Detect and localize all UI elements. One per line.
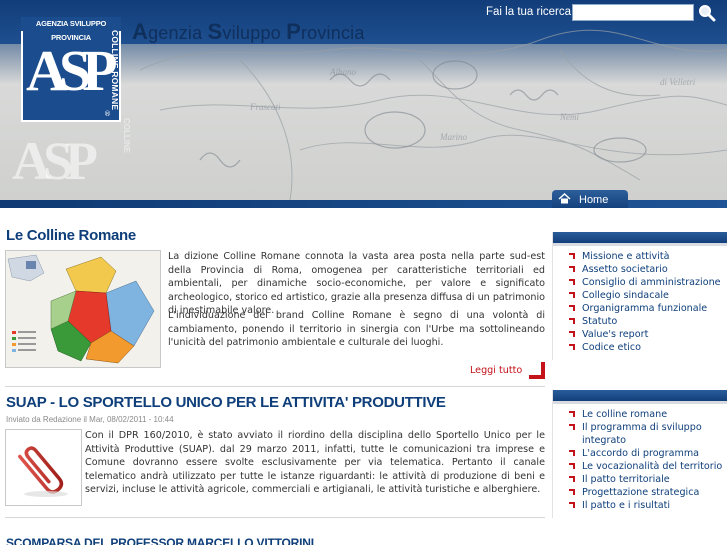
sidebar-item[interactable]: Missione e attività bbox=[553, 250, 727, 263]
article-title-suap[interactable]: SUAP - LO SPORTELLO UNICO PER LE ATTIVIT… bbox=[6, 394, 446, 411]
svg-text:Albano: Albano bbox=[329, 67, 356, 77]
sidebar-menu-territory: Le colline romane Il programma di svilupp… bbox=[552, 390, 727, 518]
sidebar-item[interactable]: Il patto e i risultati bbox=[553, 499, 727, 512]
sidebar-item[interactable]: Le vocazionalità del territorio bbox=[553, 460, 727, 473]
read-more-link[interactable]: Leggi tutto bbox=[470, 365, 522, 376]
search-input[interactable] bbox=[572, 4, 694, 21]
tab-home[interactable]: Home bbox=[552, 190, 628, 208]
site-header: Albano Marino di Velletri Nemi Frascati … bbox=[0, 0, 727, 208]
article-paragraph: L'individuazione del brand Colline Roman… bbox=[168, 310, 545, 349]
sidebar-list: Le colline romane Il programma di svilupp… bbox=[553, 404, 727, 518]
logo-ghost-reflection: ASP bbox=[12, 131, 98, 191]
svg-text:di Velletri: di Velletri bbox=[660, 77, 696, 87]
sidebar-item[interactable]: Il patto territoriale bbox=[553, 473, 727, 486]
sidebar-item[interactable]: Value's report bbox=[553, 328, 727, 341]
svg-text:Marino: Marino bbox=[439, 132, 468, 142]
svg-text:Nemi: Nemi bbox=[559, 112, 579, 122]
paperclip-image[interactable] bbox=[5, 429, 82, 506]
corner-arrow-icon[interactable] bbox=[529, 362, 545, 379]
article-paragraph: La dizione Colline Romane connota la vas… bbox=[168, 251, 545, 317]
logo-top-text: AGENZIA SVILUPPO PROVINCIA bbox=[21, 17, 121, 42]
sidebar-item[interactable]: Statuto bbox=[553, 315, 727, 328]
sidebar-item[interactable]: Collegio sindacale bbox=[553, 289, 727, 302]
article-meta: Inviato da Redazione il Mar, 08/02/2011 … bbox=[6, 415, 174, 424]
divider bbox=[5, 386, 545, 387]
logo-side-ghost-reflection: COLLINE bbox=[122, 118, 131, 154]
home-icon bbox=[558, 192, 571, 207]
sidebar-list: Missione e attività Assetto societario Con… bbox=[553, 246, 727, 360]
tab-home-label: Home bbox=[579, 193, 609, 206]
article-title-vittorini[interactable]: SCOMPARSA DEL PROFESSOR MARCELLO VITTORI… bbox=[6, 536, 314, 545]
main-content: Le Colline Romane La dizione Colline Rom… bbox=[0, 210, 548, 545]
article-title-colline[interactable]: Le Colline Romane bbox=[6, 227, 136, 244]
sidebar-menu-agency: Missione e attività Assetto societario Con… bbox=[552, 232, 727, 360]
article-paragraph: Con il DPR 160/2010, è stato avviato il … bbox=[85, 430, 545, 496]
search-label: Fai la tua ricerca bbox=[486, 6, 572, 18]
sidebar-item[interactable]: Progettazione strategica bbox=[553, 486, 727, 499]
svg-text:Frascati: Frascati bbox=[249, 102, 281, 112]
logo-letters: ASP bbox=[26, 38, 118, 103]
divider bbox=[5, 517, 545, 518]
sidebar-item[interactable]: Assetto societario bbox=[553, 263, 727, 276]
sidebar-item[interactable]: Consiglio di amministrazione bbox=[553, 276, 727, 289]
territory-map-image[interactable] bbox=[5, 250, 161, 368]
sidebar-item[interactable]: L'accordo di programma bbox=[553, 447, 727, 460]
sidebar-item[interactable]: Le colline romane bbox=[553, 408, 727, 421]
site-title: Agenzia Sviluppo Provincia bbox=[132, 19, 365, 44]
sidebar-item[interactable]: Il programma di sviluppo integrato bbox=[553, 421, 727, 447]
magnifier-icon bbox=[699, 4, 716, 21]
logo-side-text: COLLINE ROMANE bbox=[110, 30, 120, 111]
sidebar-item[interactable]: Organigramma funzionale bbox=[553, 302, 727, 315]
sidebar-item[interactable]: Codice etico bbox=[553, 341, 727, 354]
search-button[interactable] bbox=[697, 3, 717, 22]
